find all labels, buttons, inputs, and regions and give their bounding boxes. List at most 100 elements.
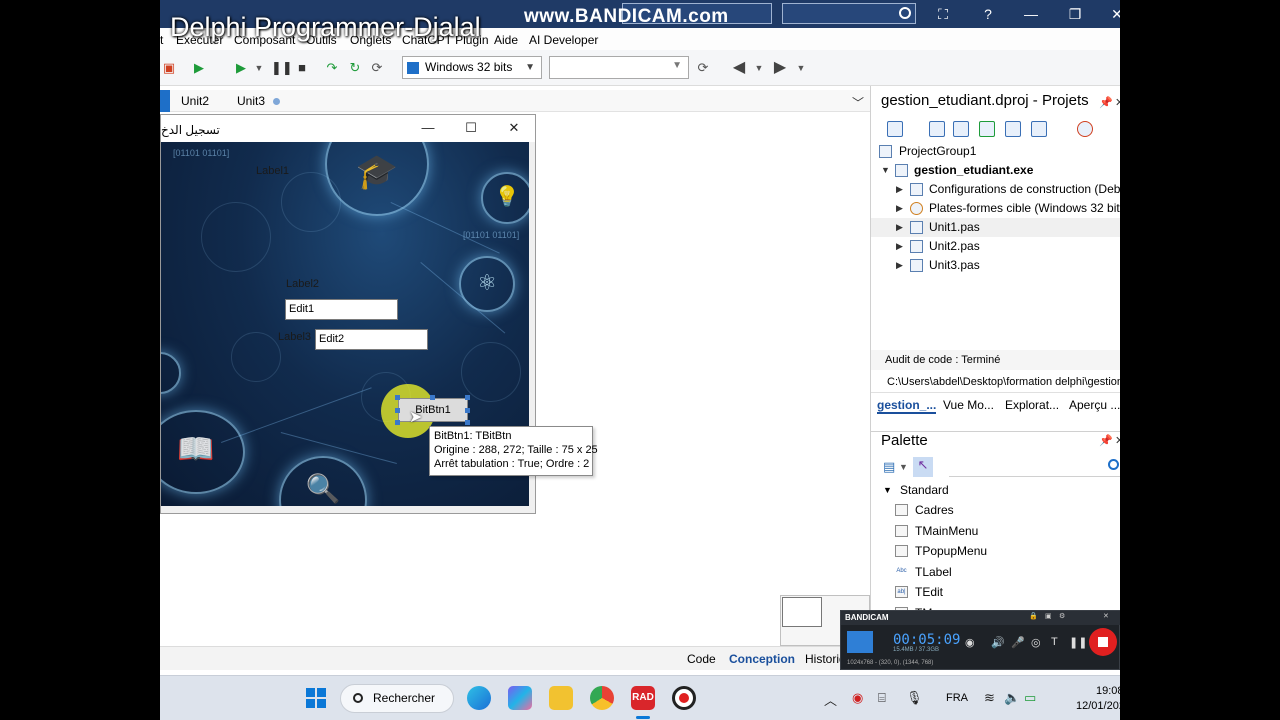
edit2-field[interactable]: Edit2	[315, 329, 428, 350]
run-without-debug-icon[interactable]: ▶	[232, 59, 250, 77]
language-indicator[interactable]: FRA	[946, 692, 968, 704]
battery-icon[interactable]: ▭	[1024, 690, 1036, 706]
label2[interactable]: Label2	[286, 278, 319, 290]
tab-unit1-partial[interactable]	[160, 90, 170, 112]
microphone-icon[interactable]: 🎙	[906, 690, 923, 706]
file-explorer-icon[interactable]	[549, 686, 573, 710]
selection-handle[interactable]	[465, 395, 470, 400]
palette-item-tlabel[interactable]: Abc TLabel	[871, 562, 1120, 582]
target-icon[interactable]	[1077, 121, 1093, 137]
build-icon[interactable]	[1005, 121, 1021, 137]
run-icon[interactable]: ▶	[190, 59, 208, 77]
tree-item-target-platforms[interactable]: ▶ Plates-formes cible (Windows 32 bits)	[871, 199, 1120, 218]
platform-select[interactable]: Windows 32 bits ▼	[402, 56, 542, 79]
text-icon[interactable]: T	[1051, 636, 1058, 648]
label1[interactable]: Label1	[256, 165, 289, 177]
selection-handle[interactable]	[430, 395, 435, 400]
selection-handle[interactable]	[395, 395, 400, 400]
refresh-icon[interactable]	[979, 121, 995, 137]
chevron-down-icon[interactable]: ▼	[899, 462, 908, 472]
view-icon[interactable]	[953, 121, 969, 137]
back-arrow-icon[interactable]: ◀	[730, 59, 748, 77]
microphone-icon[interactable]: 🎤	[1011, 636, 1025, 649]
pause-icon[interactable]: ❚❚	[1069, 636, 1087, 649]
step-over-icon[interactable]: ↷	[323, 59, 341, 77]
tab-model-view[interactable]: Vue Mo...	[943, 398, 994, 412]
close-button[interactable]: ✕	[1104, 4, 1120, 24]
tree-item-projectgroup[interactable]: ProjectGroup1	[871, 142, 1120, 161]
close-icon[interactable]: ✕	[1115, 434, 1120, 447]
sync-icon[interactable]: ⛶	[930, 4, 956, 24]
label3[interactable]: Label3	[278, 331, 311, 343]
pin-icon[interactable]: 📌	[1099, 434, 1113, 447]
tab-design[interactable]: Conception	[729, 652, 795, 666]
chevron-down-icon[interactable]: ▼	[792, 59, 810, 77]
tab-unit2[interactable]: Unit2	[181, 94, 209, 108]
open-project-icon[interactable]: ▣	[160, 59, 178, 77]
chevron-down-icon[interactable]: ▼	[883, 480, 892, 500]
cursor-effect-icon[interactable]: ◎	[1031, 636, 1041, 649]
new-unit-icon[interactable]	[929, 121, 945, 137]
chevron-down-icon[interactable]: ▼	[881, 161, 890, 180]
add-item-icon[interactable]	[887, 121, 903, 137]
selection-handle[interactable]	[465, 420, 470, 425]
pointer-icon[interactable]: ↖	[913, 457, 933, 477]
webcam-icon[interactable]: ◉	[965, 636, 975, 649]
selection-handle[interactable]	[395, 408, 400, 413]
stop-record-button[interactable]	[1089, 628, 1117, 656]
menu-item-ai-developer[interactable]: AI Developer	[529, 33, 598, 47]
palette-item-tmainmenu[interactable]: TMainMenu	[871, 521, 1120, 541]
options-icon[interactable]	[1031, 121, 1047, 137]
trace-into-icon[interactable]: ↻	[346, 59, 364, 77]
lock-icon[interactable]: 🔒	[1029, 612, 1038, 620]
chevron-up-icon[interactable]: ︿	[824, 690, 837, 709]
chevron-down-icon[interactable]: ﹀	[852, 94, 864, 111]
tree-item-project[interactable]: ▼ gestion_etudiant.exe	[871, 161, 1120, 180]
tree-item-unit2[interactable]: ▶ Unit2.pas	[871, 237, 1120, 256]
palette-item-tedit[interactable]: ab| TEdit	[871, 582, 1120, 602]
tab-preview[interactable]: Aperçu ...	[1069, 398, 1120, 412]
tab-code[interactable]: Code	[687, 652, 716, 666]
taskbar-search[interactable]: Rechercher	[340, 684, 454, 713]
close-icon[interactable]: ✕	[1103, 612, 1109, 620]
edit1-field[interactable]: Edit1	[285, 299, 398, 320]
palette-search-input[interactable]	[949, 455, 1120, 477]
chevron-down-icon[interactable]: ▼	[250, 59, 268, 77]
selection-handle[interactable]	[465, 408, 470, 413]
palette-item-frames[interactable]: Cadres	[871, 500, 1120, 520]
chevron-right-icon[interactable]: ▶	[896, 180, 903, 199]
run-to-cursor-icon[interactable]: ⟳	[368, 59, 386, 77]
selection-handle[interactable]	[395, 420, 400, 425]
help-button[interactable]: ?	[975, 4, 1001, 24]
pin-icon[interactable]: 📌	[1099, 96, 1113, 109]
tab-unit3[interactable]: Unit3	[237, 94, 265, 108]
chevron-right-icon[interactable]: ▶	[896, 237, 903, 256]
tree-item-unit3[interactable]: ▶ Unit3.pas	[871, 256, 1120, 275]
new-item-icon[interactable]: ▤	[883, 459, 895, 475]
copilot-icon[interactable]	[508, 686, 532, 710]
speaker-icon[interactable]: 🔊	[991, 636, 1005, 649]
rad-studio-icon[interactable]: RAD	[631, 686, 655, 710]
tab-explorer[interactable]: Explorat...	[1005, 398, 1059, 412]
bandicam-taskbar-icon[interactable]	[672, 686, 696, 710]
clock-date[interactable]: 12/01/2026	[1076, 700, 1120, 712]
minimize-button[interactable]: —	[1018, 4, 1044, 24]
configuration-select[interactable]: ▼	[549, 56, 689, 79]
chrome-icon[interactable]	[590, 686, 614, 710]
chevron-right-icon[interactable]: ▶	[896, 199, 903, 218]
tree-item-build-configs[interactable]: ▶ Configurations de construction (Debug)	[871, 180, 1120, 199]
close-icon[interactable]: ✕	[1115, 96, 1120, 109]
chevron-down-icon[interactable]: ▼	[750, 59, 768, 77]
camera-icon[interactable]: ▣	[1045, 612, 1052, 620]
tree-item-unit1[interactable]: ▶ Unit1.pas	[871, 218, 1120, 237]
gear-icon[interactable]: ⚙	[1059, 612, 1065, 620]
refresh-icon[interactable]: ⟳	[694, 59, 712, 77]
chevron-right-icon[interactable]: ▶	[896, 256, 903, 275]
palette-category-standard[interactable]: ▼ Standard	[871, 480, 1120, 500]
usb-icon[interactable]: ⌸	[878, 690, 886, 706]
title-search-input[interactable]	[782, 3, 916, 24]
tab-projects[interactable]: gestion_...	[877, 398, 937, 414]
bandicam-tray-icon[interactable]: ◉	[852, 690, 863, 706]
menu-item-file-partial[interactable]: t	[160, 33, 163, 47]
menu-item-help[interactable]: Aide	[494, 33, 518, 47]
